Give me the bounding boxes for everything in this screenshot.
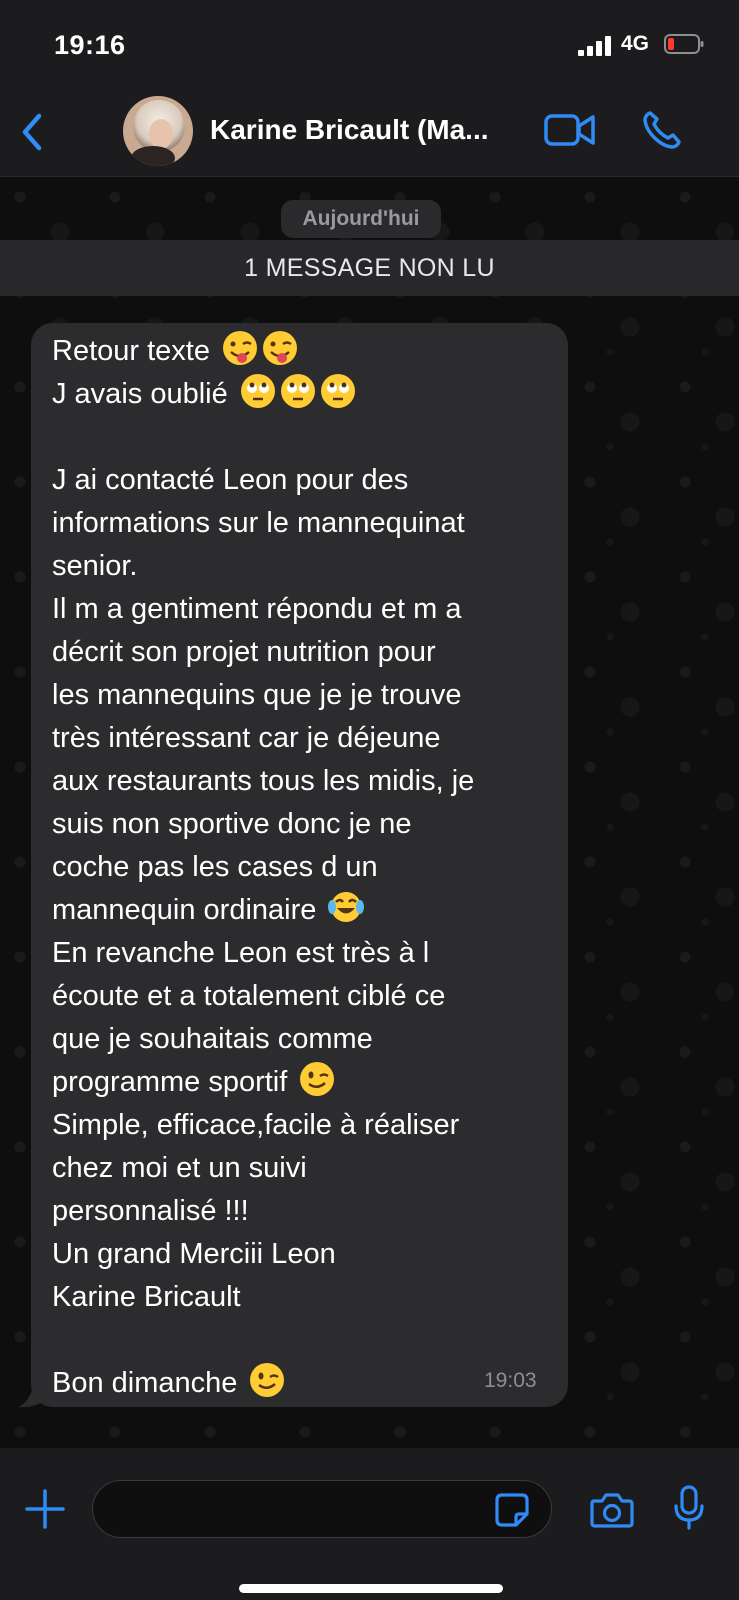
message-line: J avais oublié (52, 373, 557, 416)
home-indicator (239, 1584, 503, 1593)
message-line: chez moi et un suivi (52, 1152, 307, 1184)
status-bar: 19:16 4G (0, 0, 739, 90)
message-line: programme sportif (52, 1061, 557, 1104)
message-line: décrit son projet nutrition pour (52, 636, 436, 668)
face-with-rolling-eyes-icon (320, 374, 355, 408)
face-with-tears-of-joy-icon (328, 892, 365, 922)
plus-icon[interactable] (25, 1489, 65, 1529)
back-chevron-icon[interactable] (20, 112, 44, 152)
winking-face-icon (300, 1062, 335, 1096)
microphone-icon[interactable] (672, 1485, 706, 1531)
status-time: 19:16 (54, 30, 126, 60)
message-line: suis non sportive donc je ne (52, 808, 412, 840)
message-line: mannequin ordinaire (52, 889, 557, 932)
message-input[interactable] (92, 1480, 552, 1538)
date-chip: Aujourd'hui (281, 200, 441, 238)
message-line: très intéressant car je déjeune (52, 722, 441, 754)
message-line: En revanche Leon est très à l (52, 937, 430, 969)
sticker-icon[interactable] (494, 1492, 530, 1528)
battery-low-icon (664, 34, 704, 54)
message-text: Retour texte J avais oublié J ai contact… (52, 330, 557, 1405)
chat-header: Karine Bricault (Ma... (0, 90, 739, 177)
message-line: écoute et a totalement ciblé ce (52, 980, 446, 1012)
face-with-rolling-eyes-icon (280, 374, 315, 408)
message-line: Bon dimanche (52, 1362, 557, 1405)
message-line: Un grand Merciii Leon (52, 1238, 336, 1270)
message-composer (0, 1448, 739, 1600)
message-line: informations sur le mannequinat (52, 507, 465, 539)
message-line: Retour texte (52, 330, 557, 373)
message-line: senior. (52, 550, 138, 582)
message-line: J ai contacté Leon pour des (52, 464, 409, 496)
message-line (52, 1319, 557, 1362)
message-line (52, 416, 557, 459)
contact-avatar[interactable] (123, 96, 193, 166)
message-line: coche pas les cases d un (52, 851, 378, 883)
chat-area[interactable]: Aujourd'hui 1 MESSAGE NON LU Retour text… (0, 177, 739, 1448)
message-line: les mannequins que je je trouve (52, 679, 462, 711)
winking-face-with-tongue-icon (263, 331, 298, 365)
message-line: aux restaurants tous les midis, je (52, 765, 475, 797)
unread-banner: 1 MESSAGE NON LU (0, 240, 739, 296)
contact-name[interactable]: Karine Bricault (Ma... (210, 114, 530, 146)
message-line: Il m a gentiment répondu et m a (52, 593, 462, 625)
message-line: Simple, efficace,facile à réaliser (52, 1109, 460, 1141)
face-with-rolling-eyes-icon (240, 374, 275, 408)
message-line: Karine Bricault (52, 1281, 241, 1313)
message-line: personnalisé !!! (52, 1195, 249, 1227)
network-type: 4G (621, 32, 650, 55)
winking-face-icon (250, 1363, 285, 1397)
signal-icon (578, 36, 611, 56)
incoming-message-bubble[interactable]: Retour texte J avais oublié J ai contact… (31, 323, 568, 1407)
camera-icon[interactable] (590, 1492, 634, 1528)
message-timestamp: 19:03 (484, 1369, 537, 1392)
video-call-icon[interactable] (544, 112, 596, 148)
phone-call-icon[interactable] (642, 110, 682, 150)
message-line: que je souhaitais comme (52, 1023, 373, 1055)
winking-face-with-tongue-icon (223, 331, 258, 365)
avatar-photo (123, 96, 193, 166)
